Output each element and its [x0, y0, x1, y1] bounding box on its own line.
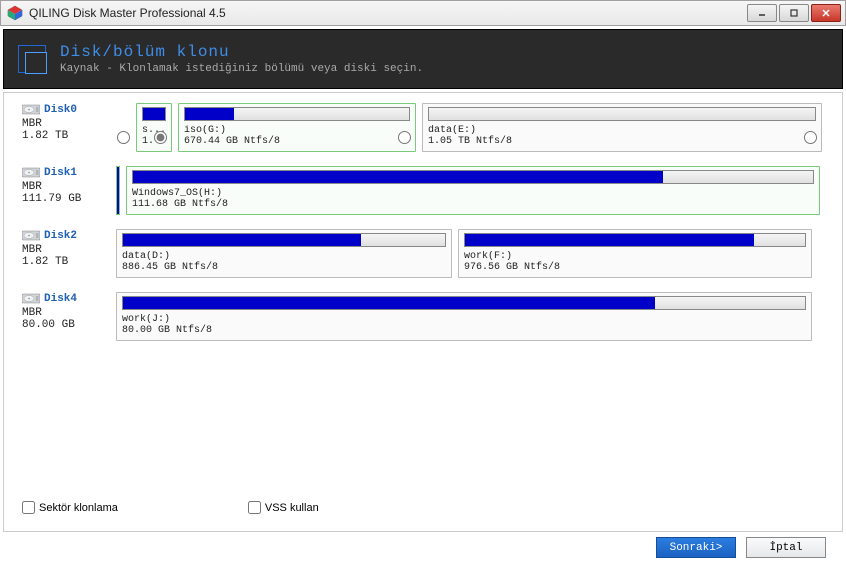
sector-clone-checkbox[interactable]: Sektör klonlama — [22, 501, 118, 514]
partition-label: iso(G:) — [184, 125, 410, 136]
disk-type: MBR — [22, 307, 110, 319]
sector-clone-input[interactable] — [22, 501, 35, 514]
disk-row: Disk0MBR1.82 TBs...1.iso(G:)670.44 GB Nt… — [22, 103, 824, 152]
partition-bar — [142, 107, 166, 121]
partition[interactable]: data(E:)1.05 TB Ntfs/8 — [422, 103, 822, 152]
partition[interactable]: s...1. — [136, 103, 172, 152]
window-title: QILING Disk Master Professional 4.5 — [29, 6, 747, 20]
disk-name: Disk2 — [22, 229, 110, 242]
page-title: Disk/bölüm klonu — [60, 43, 423, 61]
partition-bar — [428, 107, 816, 121]
partition-radio[interactable] — [154, 131, 167, 147]
main-panel: Disk0MBR1.82 TBs...1.iso(G:)670.44 GB Nt… — [3, 92, 843, 532]
page-header: Disk/bölüm klonu Kaynak - Klonlamak iste… — [3, 29, 843, 89]
sector-clone-label: Sektör klonlama — [39, 502, 118, 514]
disk-name: Disk1 — [22, 166, 110, 179]
partition[interactable]: data(D:)886.45 GB Ntfs/8 — [116, 229, 452, 278]
titlebar: QILING Disk Master Professional 4.5 — [0, 0, 846, 26]
disk-info: Disk0 MBR1.82 TB — [22, 103, 110, 142]
disk-type: MBR — [22, 118, 110, 130]
partition-meta: 670.44 GB Ntfs/8 — [184, 136, 410, 147]
vss-checkbox[interactable]: VSS kullan — [248, 501, 319, 514]
partition-bar — [464, 233, 806, 247]
partition-bar — [132, 170, 814, 184]
footer-buttons: Sonraki> İptal — [656, 537, 826, 558]
partition-bar — [122, 296, 806, 310]
partition-bar — [184, 107, 410, 121]
disk-size: 1.82 TB — [22, 130, 110, 142]
partition-radio[interactable] — [398, 131, 411, 147]
partition-label: work(F:) — [464, 251, 806, 262]
partition-radio-input[interactable] — [804, 131, 817, 144]
disk-info: Disk1 MBR111.79 GB — [22, 166, 110, 205]
disk-size: 80.00 GB — [22, 319, 110, 331]
disk-size: 1.82 TB — [22, 256, 110, 268]
disk-radio-input[interactable] — [117, 131, 130, 144]
partitions: work(J:)80.00 GB Ntfs/8 — [116, 292, 824, 341]
disk-row: Disk1 MBR111.79 GB Windows7_OS(H:)111.68 G… — [22, 166, 824, 215]
vss-input[interactable] — [248, 501, 261, 514]
partition-radio[interactable] — [804, 131, 817, 147]
partition[interactable]: work(F:)976.56 GB Ntfs/8 — [458, 229, 812, 278]
disk-info: Disk2 MBR1.82 TB — [22, 229, 110, 268]
next-button[interactable]: Sonraki> — [656, 537, 736, 558]
partitions: data(D:)886.45 GB Ntfs/8work(F:)976.56 G… — [116, 229, 824, 278]
partition-bar — [122, 233, 446, 247]
partition-label: data(E:) — [428, 125, 816, 136]
clone-icon — [18, 45, 46, 73]
partition-radio-input[interactable] — [398, 131, 411, 144]
app-logo-icon — [7, 5, 23, 21]
partition[interactable]: work(J:)80.00 GB Ntfs/8 — [116, 292, 812, 341]
disk-info: Disk4 MBR80.00 GB — [22, 292, 110, 331]
page-subtitle: Kaynak - Klonlamak istediğiniz bölümü ve… — [60, 63, 423, 75]
disk-name: Disk0 — [22, 103, 110, 116]
disk-type: MBR — [22, 244, 110, 256]
partition-meta: 976.56 GB Ntfs/8 — [464, 262, 806, 273]
partition-meta: 111.68 GB Ntfs/8 — [132, 199, 814, 210]
partition[interactable]: iso(G:)670.44 GB Ntfs/8 — [178, 103, 416, 152]
partition[interactable]: Windows7_OS(H:)111.68 GB Ntfs/8 — [126, 166, 820, 215]
disk-radio[interactable] — [116, 103, 130, 144]
disk-row: Disk4 MBR80.00 GB work(J:)80.00 GB Ntfs/8 — [22, 292, 824, 341]
partition-label: Windows7_OS(H:) — [132, 188, 814, 199]
vss-label: VSS kullan — [265, 502, 319, 514]
leading-strip — [116, 166, 120, 215]
partition-meta: 886.45 GB Ntfs/8 — [122, 262, 446, 273]
partition-meta: 80.00 GB Ntfs/8 — [122, 325, 806, 336]
partitions: Windows7_OS(H:)111.68 GB Ntfs/8 — [116, 166, 824, 215]
cancel-button[interactable]: İptal — [746, 537, 826, 558]
disk-size: 111.79 GB — [22, 193, 110, 205]
options-row: Sektör klonlama VSS kullan — [22, 501, 319, 514]
partition-radio-input[interactable] — [154, 131, 167, 144]
maximize-button[interactable] — [779, 4, 809, 22]
partition-meta: 1.05 TB Ntfs/8 — [428, 136, 816, 147]
partitions: s...1.iso(G:)670.44 GB Ntfs/8data(E:)1.0… — [136, 103, 824, 152]
partition-label: work(J:) — [122, 314, 806, 325]
minimize-button[interactable] — [747, 4, 777, 22]
close-button[interactable] — [811, 4, 841, 22]
disk-name: Disk4 — [22, 292, 110, 305]
partition-label: data(D:) — [122, 251, 446, 262]
disk-type: MBR — [22, 181, 110, 193]
disk-row: Disk2MBR1.82 TBdata(D:)886.45 GB Ntfs/8w… — [22, 229, 824, 278]
